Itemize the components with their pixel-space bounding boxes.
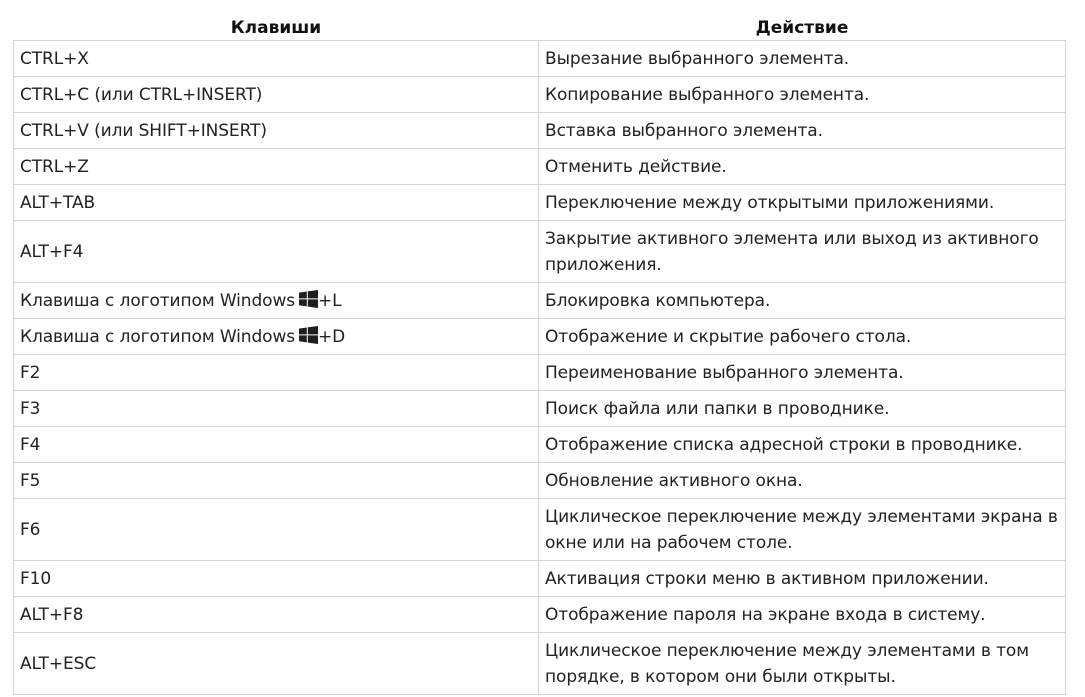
table-row: F3 Поиск файла или папки в проводнике. [13, 390, 1066, 427]
keys-cell: CTRL+X [13, 40, 539, 77]
header-keys: Клавиши [13, 13, 539, 41]
action-cell: Вставка выбранного элемента. [538, 112, 1066, 149]
action-cell: Циклическое переключение между элементам… [538, 498, 1066, 561]
action-cell: Вырезание выбранного элемента. [538, 40, 1066, 77]
action-cell: Отображение пароля на экране входа в сис… [538, 596, 1066, 633]
keys-cell: Клавиша с логотипом Windows +D [13, 318, 539, 355]
table-row: CTRL+V (или SHIFT+INSERT) Вставка выбран… [13, 112, 1066, 149]
action-cell: Обновление активного окна. [538, 462, 1066, 499]
header-row: Клавиши Действие [13, 13, 1066, 41]
keys-cell: F6 [13, 498, 539, 561]
keys-cell: CTRL+V (или SHIFT+INSERT) [13, 112, 539, 149]
keys-cell: ALT+F4 [13, 220, 539, 283]
keys-cell: CTRL+C (или CTRL+INSERT) [13, 76, 539, 113]
keys-cell: CTRL+Z [13, 148, 539, 185]
keys-cell: F5 [13, 462, 539, 499]
table-row: ALT+F8 Отображение пароля на экране вход… [13, 596, 1066, 633]
header-action: Действие [538, 13, 1066, 41]
keys-cell: ALT+TAB [13, 184, 539, 221]
table-row: F10 Активация строки меню в активном при… [13, 560, 1066, 597]
keys-cell: F10 [13, 560, 539, 597]
action-cell: Блокировка компьютера. [538, 282, 1066, 319]
action-cell: Активация строки меню в активном приложе… [538, 560, 1066, 597]
keys-suffix: +L [318, 291, 342, 311]
action-cell: Отображение и скрытие рабочего стола. [538, 318, 1066, 355]
table-row: F6 Циклическое переключение между элемен… [13, 498, 1066, 561]
table-row: F4 Отображение списка адресной строки в … [13, 426, 1066, 463]
keys-cell: ALT+F8 [13, 596, 539, 633]
table-row: CTRL+X Вырезание выбранного элемента. [13, 40, 1066, 77]
shortcuts-table-container: Клавиши Действие CTRL+X Вырезание выбран… [13, 13, 1066, 695]
table-row: ALT+TAB Переключение между открытыми при… [13, 184, 1066, 221]
windows-logo-icon [299, 326, 319, 344]
keys-cell: ALT+ESC [13, 632, 539, 695]
keys-text: Клавиша с логотипом Windows [20, 327, 296, 347]
table-row: F5 Обновление активного окна. [13, 462, 1066, 499]
action-cell: Переключение между открытыми приложениям… [538, 184, 1066, 221]
table-row: F2 Переименование выбранного элемента. [13, 354, 1066, 391]
action-cell: Циклическое переключение между элементам… [538, 632, 1066, 695]
table-row: ALT+ESC Циклическое переключение между э… [13, 632, 1066, 695]
action-cell: Копирование выбранного элемента. [538, 76, 1066, 113]
keys-cell: F2 [13, 354, 539, 391]
table-row: Клавиша с логотипом Windows +D Отображени… [13, 318, 1066, 355]
keys-text: Клавиша с логотипом Windows [20, 291, 296, 311]
action-cell: Отменить действие. [538, 148, 1066, 185]
keys-cell: F4 [13, 426, 539, 463]
action-cell: Закрытие активного элемента или выход из… [538, 220, 1066, 283]
keys-suffix: +D [318, 327, 346, 347]
windows-logo-icon [299, 290, 319, 308]
table-row: Клавиша с логотипом Windows +L Блокировка… [13, 282, 1066, 319]
action-cell: Отображение списка адресной строки в про… [538, 426, 1066, 463]
table-row: ALT+F4 Закрытие активного элемента или в… [13, 220, 1066, 283]
table-header: Клавиши Действие [13, 13, 1066, 41]
action-cell: Поиск файла или папки в проводнике. [538, 390, 1066, 427]
table-row: CTRL+C (или CTRL+INSERT) Копирование выб… [13, 76, 1066, 113]
keyboard-shortcuts-table: Клавиши Действие CTRL+X Вырезание выбран… [13, 13, 1066, 695]
action-cell: Переименование выбранного элемента. [538, 354, 1066, 391]
table-row: CTRL+Z Отменить действие. [13, 148, 1066, 185]
keys-cell: Клавиша с логотипом Windows +L [13, 282, 539, 319]
keys-cell: F3 [13, 390, 539, 427]
